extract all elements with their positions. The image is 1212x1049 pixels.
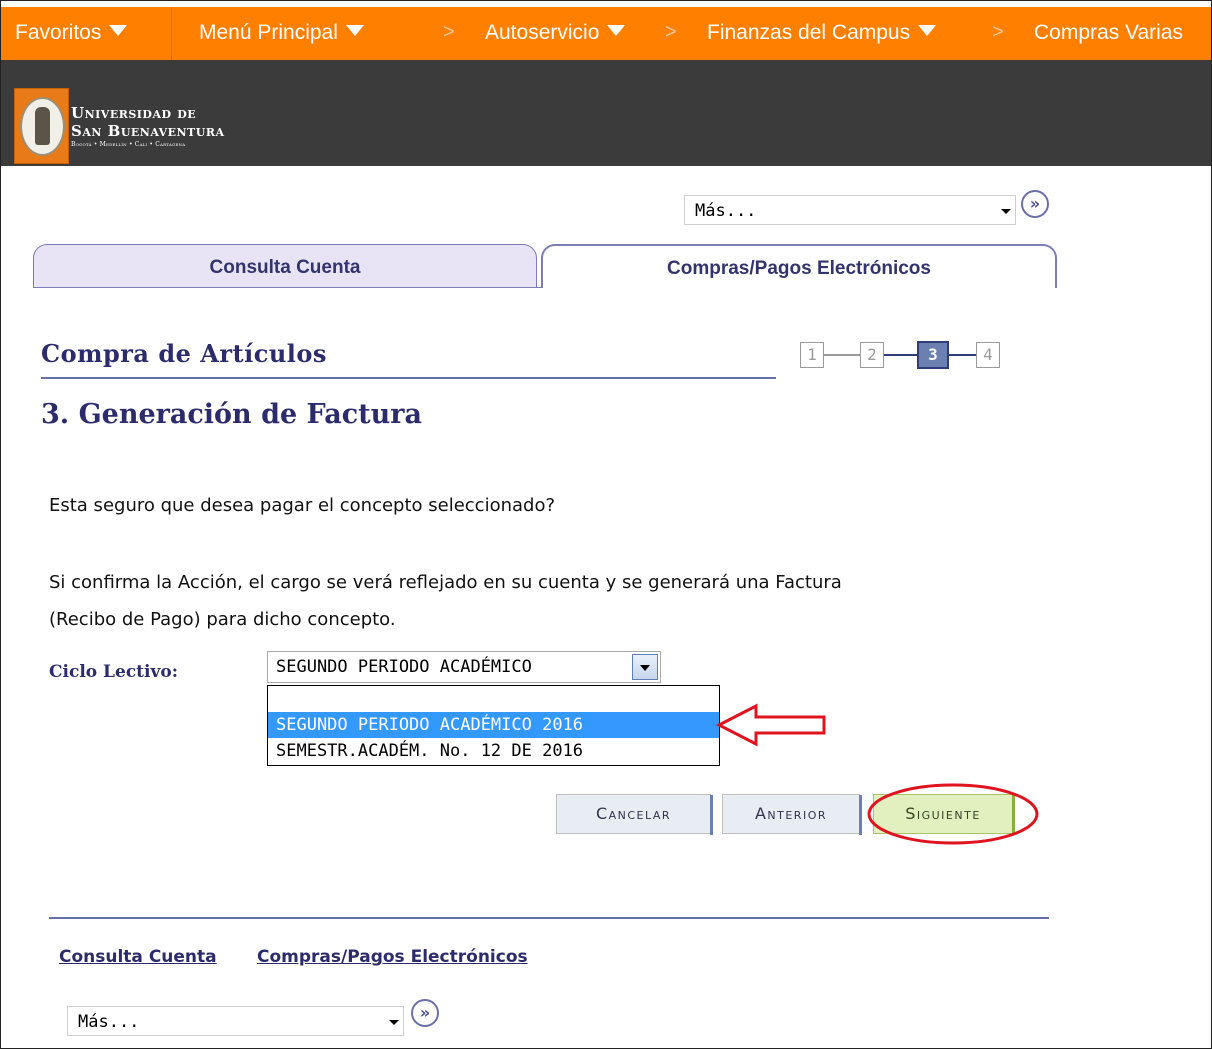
tab-baseline	[33, 287, 542, 288]
step-connector	[949, 354, 976, 356]
cancel-button-label: Cancelar	[595, 804, 672, 823]
breadcrumb-separator: >	[443, 21, 455, 43]
breadcrumb-separator: >	[665, 21, 677, 43]
cycle-label: Ciclo Lectivo:	[49, 662, 178, 682]
menu-compras-varias[interactable]: Compras Varias	[1034, 21, 1183, 45]
info-text-line-2: (Recibo de Pago) para dicho concepto.	[49, 609, 396, 630]
footer-link-compras-pagos[interactable]: Compras/Pagos Electrónicos	[257, 947, 528, 967]
chevron-down-icon[interactable]	[632, 654, 658, 680]
chevron-down-icon	[1001, 209, 1011, 214]
step-4: 4	[976, 342, 1000, 368]
step-3-current: 3	[917, 341, 949, 369]
logo-cities: Bogotá • Medellín • Cali • Cartagena	[71, 141, 186, 148]
footer-link-consulta-cuenta[interactable]: Consulta Cuenta	[59, 947, 217, 967]
cycle-option-semestre-12-2016[interactable]: SEMESTR.ACADÉM. No. 12 DE 2016	[268, 738, 719, 764]
footer-divider	[49, 917, 1049, 919]
top-menu-bar: Favoritos Menú Principal > Autoservicio …	[1, 7, 1211, 60]
cycle-option-empty[interactable]	[268, 687, 719, 713]
breadcrumb-separator: >	[992, 21, 1004, 43]
red-circle-annotation	[867, 783, 1039, 845]
title-underline	[41, 377, 776, 379]
caret-down-icon	[607, 25, 626, 36]
step-connector	[884, 354, 917, 356]
double-chevron-right-icon[interactable]: »	[411, 999, 439, 1027]
previous-button-label: Anterior	[754, 804, 828, 823]
menu-principal[interactable]: Menú Principal	[199, 21, 364, 45]
more-select-bottom[interactable]: Más...	[67, 1006, 404, 1036]
logo-line-1: Universidad de	[71, 104, 197, 122]
caret-down-icon	[345, 25, 364, 36]
cycle-select-value: SEGUNDO PERIODO ACADÉMICO	[276, 657, 532, 677]
cycle-option-segundo-periodo-2016[interactable]: SEGUNDO PERIODO ACADÉMICO 2016	[268, 712, 719, 738]
cancel-button[interactable]: Cancelar	[556, 794, 713, 835]
cycle-options-list: SEGUNDO PERIODO ACADÉMICO 2016 SEMESTR.A…	[267, 685, 720, 766]
red-arrow-annotation	[716, 703, 826, 747]
university-logo-text: Universidad de San Buenaventura Bogotá •…	[71, 104, 225, 148]
tab-compras-pagos[interactable]: Compras/Pagos Electrónicos	[541, 244, 1057, 288]
step-1: 1	[800, 342, 824, 368]
double-chevron-right-icon[interactable]: »	[1021, 190, 1049, 218]
page-frame: Favoritos Menú Principal > Autoservicio …	[0, 0, 1212, 1049]
step-title: 3. Generación de Factura	[41, 399, 422, 430]
logo-line-2: San Buenaventura	[71, 122, 225, 140]
cycle-select[interactable]: SEGUNDO PERIODO ACADÉMICO	[267, 651, 661, 683]
university-seal-icon	[14, 88, 69, 164]
step-indicator: 1 2 3 4	[800, 341, 1010, 372]
step-connector	[824, 354, 860, 356]
menu-favoritos[interactable]: Favoritos	[15, 21, 128, 45]
confirm-question: Esta seguro que desea pagar el concepto …	[49, 495, 556, 516]
caret-down-icon	[109, 25, 128, 36]
menu-autoservicio[interactable]: Autoservicio	[485, 21, 626, 45]
info-text-line-1: Si confirma la Acción, el cargo se verá …	[49, 572, 842, 593]
caret-down-icon	[918, 25, 937, 36]
more-select-top[interactable]: Más...	[684, 195, 1016, 225]
previous-button[interactable]: Anterior	[722, 794, 862, 835]
chevron-down-icon	[389, 1020, 399, 1025]
more-select-value: Más...	[78, 1012, 140, 1032]
page-title: Compra de Artículos	[41, 339, 327, 368]
menu-finanzas-campus[interactable]: Finanzas del Campus	[707, 21, 937, 45]
menu-divider	[171, 7, 172, 60]
tab-consulta-cuenta[interactable]: Consulta Cuenta	[33, 244, 537, 288]
site-header: Universidad de San Buenaventura Bogotá •…	[1, 60, 1211, 166]
step-2: 2	[860, 342, 884, 368]
more-select-value: Más...	[695, 201, 757, 221]
